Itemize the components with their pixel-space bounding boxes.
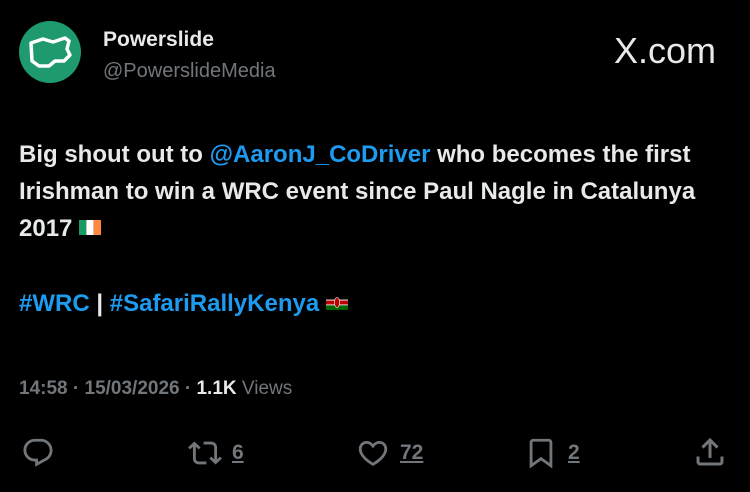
tweet-date[interactable]: 15/03/2026: [85, 378, 180, 399]
powerslide-logo-icon: [29, 36, 72, 68]
kenya-flag-icon: [325, 289, 348, 317]
like-count[interactable]: 72: [400, 441, 423, 465]
mention-link[interactable]: @AaronJ_CoDriver: [210, 141, 431, 168]
retweet-count[interactable]: 6: [232, 441, 244, 465]
meta-separator: ·: [179, 378, 197, 399]
reply-button[interactable]: [21, 436, 55, 470]
hashtag-link[interactable]: #WRC: [19, 290, 90, 317]
share-button[interactable]: [692, 434, 728, 470]
like-button[interactable]: 72: [355, 436, 423, 470]
tweet-text: Big shout out to @AaronJ_CoDriver who be…: [19, 136, 731, 248]
bookmark-count[interactable]: 2: [568, 441, 580, 465]
views-label: Views: [236, 378, 293, 399]
action-bar: 6 72 2: [0, 430, 750, 480]
hashtag-line: #WRC | #SafariRallyKenya: [19, 290, 348, 319]
source-label: X.com: [613, 30, 716, 71]
avatar[interactable]: [19, 21, 81, 83]
share-icon: [696, 437, 724, 466]
views-count: 1.1K: [196, 378, 237, 399]
user-handle[interactable]: @PowerslideMedia: [103, 60, 276, 83]
ireland-flag-icon: [79, 209, 102, 246]
meta-separator: ·: [67, 378, 85, 399]
retweet-icon: [188, 441, 222, 465]
retweet-button[interactable]: 6: [187, 436, 244, 470]
tweet-time[interactable]: 14:58: [19, 378, 68, 399]
hashtag-separator: |: [89, 290, 110, 317]
bookmark-button[interactable]: 2: [523, 436, 580, 470]
reply-icon: [23, 438, 53, 467]
tweet-meta: 14:58 · 15/03/2026 · 1.1K Views: [19, 378, 292, 400]
display-name[interactable]: Powerslide: [103, 28, 214, 52]
hashtag-link[interactable]: #SafariRallyKenya: [110, 290, 319, 317]
heart-icon: [358, 440, 388, 466]
tweet-text-part: Big shout out to: [19, 141, 210, 168]
bookmark-icon: [529, 438, 553, 469]
